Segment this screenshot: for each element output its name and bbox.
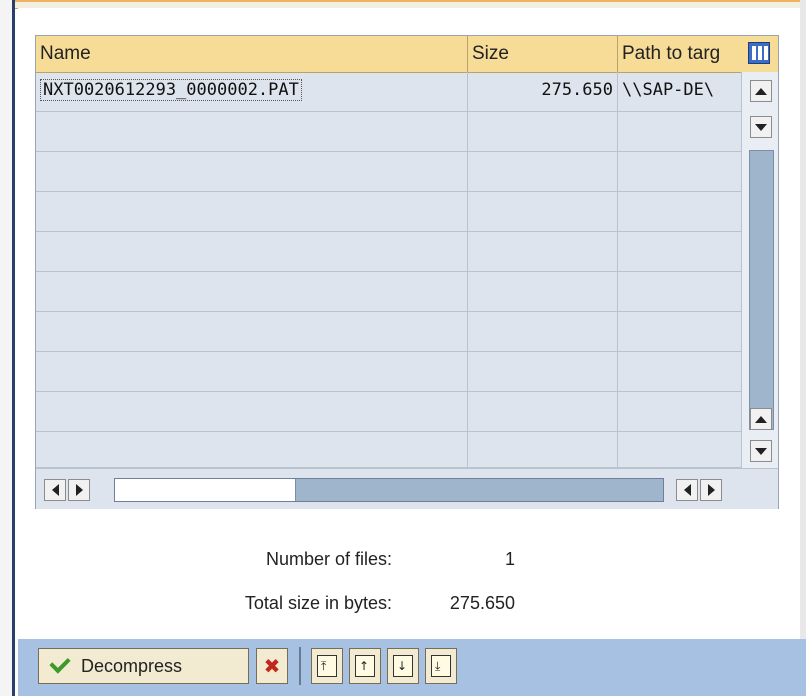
vertical-scroll-thumb[interactable] bbox=[749, 150, 774, 430]
cell-size[interactable]: 275.650 bbox=[468, 72, 618, 112]
arrow-up-icon bbox=[755, 87, 767, 95]
table-row[interactable] bbox=[36, 272, 742, 312]
cell-path[interactable] bbox=[618, 312, 742, 352]
scroll-down-button[interactable] bbox=[750, 116, 772, 138]
files-count-label: Number of files: bbox=[265, 549, 392, 569]
window-left-frame bbox=[0, 0, 15, 696]
first-page-icon: ⤒ bbox=[317, 655, 337, 677]
arrow-left-icon bbox=[683, 484, 691, 496]
table-row[interactable] bbox=[36, 432, 742, 468]
file-table: Name Size Path to targ NXT0020612293_000… bbox=[35, 35, 779, 509]
last-page-icon: ⤓ bbox=[431, 655, 451, 677]
table-row[interactable] bbox=[36, 312, 742, 352]
previous-page-button[interactable]: ↑ bbox=[349, 648, 381, 684]
toolbar-separator bbox=[299, 647, 301, 685]
cell-name[interactable] bbox=[36, 152, 468, 192]
dialog-toolbar: Decompress ✖ ⤒ ↑ ↓ ⤓ bbox=[18, 639, 806, 696]
cell-size[interactable] bbox=[468, 152, 618, 192]
table-header: Name Size Path to targ bbox=[36, 36, 742, 73]
checkmark-icon bbox=[49, 652, 71, 674]
scroll-up-button-lower[interactable] bbox=[750, 408, 772, 430]
next-page-icon: ↓ bbox=[393, 655, 413, 677]
cell-size[interactable] bbox=[468, 112, 618, 152]
horizontal-scroll-thumb[interactable] bbox=[115, 479, 296, 501]
previous-page-icon: ↑ bbox=[355, 655, 375, 677]
cell-path[interactable] bbox=[618, 112, 742, 152]
window-top-accent bbox=[0, 0, 806, 2]
cell-path[interactable] bbox=[618, 352, 742, 392]
cell-size[interactable] bbox=[468, 352, 618, 392]
cell-name[interactable] bbox=[36, 392, 468, 432]
next-page-button[interactable]: ↓ bbox=[387, 648, 419, 684]
cell-name[interactable] bbox=[36, 192, 468, 232]
arrow-right-icon bbox=[707, 484, 715, 496]
total-size-value: 275.650 bbox=[449, 593, 515, 613]
table-row[interactable] bbox=[36, 192, 742, 232]
cell-size[interactable] bbox=[468, 392, 618, 432]
cancel-x-icon: ✖ bbox=[263, 654, 281, 678]
arrow-up-icon bbox=[755, 415, 767, 423]
scroll-right-button-right[interactable] bbox=[700, 479, 722, 501]
scroll-right-button[interactable] bbox=[68, 479, 90, 501]
cell-name[interactable] bbox=[36, 272, 468, 312]
cancel-button[interactable]: ✖ bbox=[256, 648, 288, 684]
arrow-down-icon bbox=[755, 447, 767, 455]
table-row[interactable] bbox=[36, 232, 742, 272]
table-row[interactable] bbox=[36, 112, 742, 152]
cell-name[interactable] bbox=[36, 232, 468, 272]
column-layout-icon[interactable] bbox=[748, 42, 770, 64]
cell-size[interactable] bbox=[468, 272, 618, 312]
cell-path[interactable] bbox=[618, 192, 742, 232]
table-grid: Name Size Path to targ NXT0020612293_000… bbox=[36, 36, 742, 468]
scroll-left-button[interactable] bbox=[44, 479, 66, 501]
cell-name[interactable] bbox=[36, 432, 468, 468]
cell-name[interactable] bbox=[36, 112, 468, 152]
cell-path[interactable] bbox=[618, 152, 742, 192]
decompress-label: Decompress bbox=[81, 655, 183, 676]
cell-size[interactable] bbox=[468, 192, 618, 232]
cell-name[interactable] bbox=[36, 352, 468, 392]
decompress-button[interactable]: Decompress bbox=[38, 648, 249, 684]
scroll-up-button[interactable] bbox=[750, 80, 772, 102]
column-config-button[interactable] bbox=[742, 36, 778, 73]
cell-path[interactable] bbox=[618, 272, 742, 312]
cell-size[interactable] bbox=[468, 232, 618, 272]
arrow-right-icon bbox=[75, 484, 83, 496]
arrow-down-icon bbox=[755, 123, 767, 131]
column-header-name[interactable]: Name bbox=[36, 36, 468, 72]
column-header-path[interactable]: Path to targ bbox=[618, 36, 742, 72]
last-page-button[interactable]: ⤓ bbox=[425, 648, 457, 684]
cell-size[interactable] bbox=[468, 312, 618, 352]
cell-path[interactable]: \\SAP-DE\ bbox=[618, 72, 742, 112]
first-page-button[interactable]: ⤒ bbox=[311, 648, 343, 684]
table-row[interactable]: NXT0020612293_0000002.PAT 275.650 \\SAP-… bbox=[36, 72, 742, 112]
arrow-left-icon bbox=[51, 484, 59, 496]
table-row[interactable] bbox=[36, 352, 742, 392]
cell-size[interactable] bbox=[468, 432, 618, 468]
cell-path[interactable] bbox=[618, 432, 742, 468]
horizontal-scroll-track[interactable] bbox=[114, 478, 664, 502]
horizontal-scrollbar[interactable] bbox=[36, 468, 778, 509]
cell-path[interactable] bbox=[618, 392, 742, 432]
total-size-label: Total size in bytes: bbox=[244, 593, 392, 613]
scroll-down-button-lower[interactable] bbox=[750, 440, 772, 462]
cell-name[interactable]: NXT0020612293_0000002.PAT bbox=[36, 72, 468, 112]
focused-file-name[interactable]: NXT0020612293_0000002.PAT bbox=[40, 79, 302, 101]
files-count-value: 1 bbox=[504, 549, 515, 569]
scroll-left-button-right[interactable] bbox=[676, 479, 698, 501]
cell-path[interactable] bbox=[618, 232, 742, 272]
window-right-frame bbox=[800, 0, 806, 696]
table-row[interactable] bbox=[36, 392, 742, 432]
cell-name[interactable] bbox=[36, 312, 468, 352]
table-row[interactable] bbox=[36, 152, 742, 192]
vertical-scrollbar[interactable] bbox=[742, 72, 778, 468]
column-header-size[interactable]: Size bbox=[468, 36, 618, 72]
